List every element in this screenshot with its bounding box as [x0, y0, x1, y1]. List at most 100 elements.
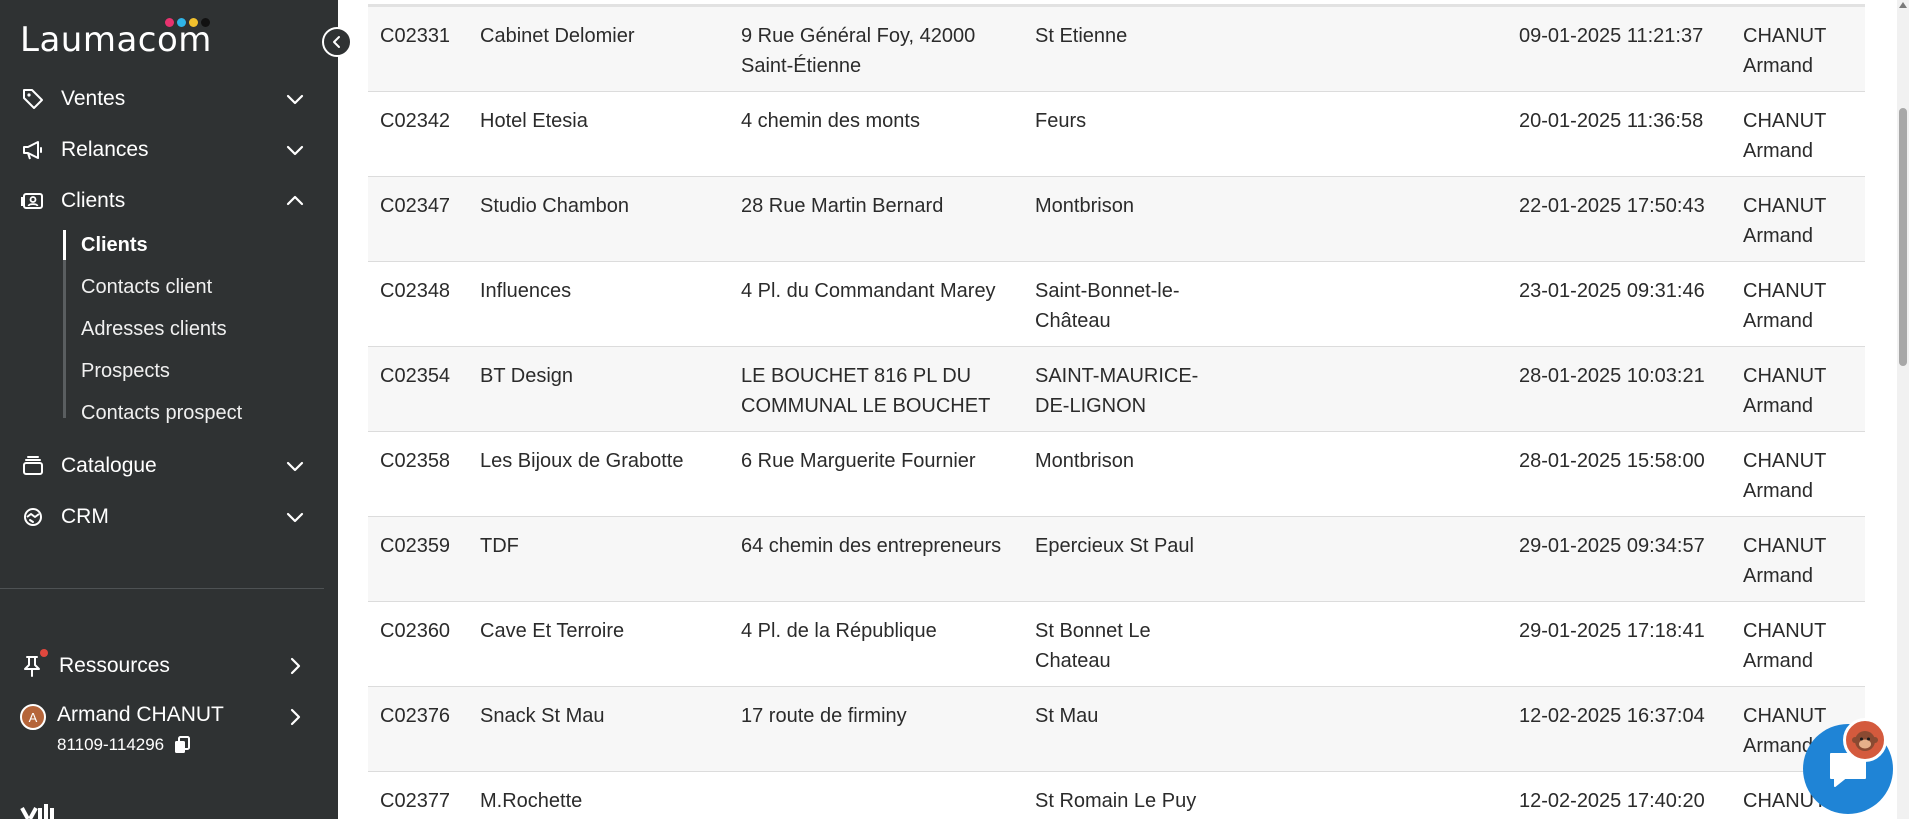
nav-item-relances[interactable]: Relances: [0, 124, 338, 175]
subnav-item-contacts-prospect[interactable]: Contacts prospect: [62, 392, 338, 434]
cell-date: 28-01-2025 15:58:00: [1519, 450, 1705, 472]
chevron-down-icon: [286, 145, 304, 156]
cell-city: SAINT-MAURICE-DE-LIGNON: [1035, 365, 1199, 417]
cell-city: Montbrison: [1035, 450, 1134, 472]
chevron-left-icon: [333, 36, 340, 48]
chevron-right-icon: [290, 657, 301, 675]
table-row[interactable]: C02354 BT Design LE BOUCHET 816 PL DU CO…: [368, 347, 1865, 432]
cell-city: Feurs: [1035, 110, 1087, 132]
brand-dot-cyan: [177, 18, 186, 27]
cell-name: Cabinet Delomier: [480, 25, 635, 47]
chevron-down-icon: [286, 512, 304, 523]
cell-name: Hotel Etesia: [480, 110, 588, 132]
cell-owner: CHANUT Armand: [1743, 195, 1826, 247]
cell-address: 6 Rue Marguerite Fournier: [741, 450, 976, 472]
subnav-item-contacts-client[interactable]: Contacts client: [62, 266, 338, 308]
user-name: Armand CHANUT: [57, 703, 224, 726]
stack-icon: [20, 453, 46, 479]
cell-city: St Romain Le Puy: [1035, 790, 1197, 812]
scrollbar[interactable]: [1897, 0, 1909, 819]
cell-date: 20-01-2025 11:36:58: [1519, 110, 1704, 132]
cell-date: 12-02-2025 17:40:20: [1519, 790, 1705, 812]
cell-code: C02358: [380, 450, 451, 472]
table-row[interactable]: C02360 Cave Et Terroire 4 Pl. de la Répu…: [368, 602, 1865, 687]
handshake-icon: [20, 504, 46, 530]
megaphone-icon: [20, 137, 46, 163]
nav-item-ressources[interactable]: Ressources: [0, 641, 338, 691]
brand-dot-black: [201, 18, 210, 27]
cell-name: Studio Chambon: [480, 195, 629, 217]
subnav-item-adresses-clients[interactable]: Adresses clients: [62, 308, 338, 350]
collapse-sidebar-button[interactable]: [322, 27, 352, 57]
table-row[interactable]: C02376 Snack St Mau 17 route de firminy …: [368, 687, 1865, 772]
sidebar-nav: Ventes Relances Clients Clients Contacts…: [0, 73, 338, 542]
cell-owner: CHANUT Armand: [1743, 535, 1826, 587]
cell-code: C02376: [380, 705, 451, 727]
nav-label: Catalogue: [61, 453, 157, 477]
table-row[interactable]: C02359 TDF 64 chemin des entrepreneurs E…: [368, 517, 1865, 602]
cell-owner: CHANUT Armand: [1743, 450, 1826, 502]
nav-label: Relances: [61, 137, 149, 161]
cell-code: C02360: [380, 620, 451, 642]
nav-item-crm[interactable]: CRM: [0, 491, 338, 542]
brand-dot-pink: [165, 18, 174, 27]
clients-subnav: Clients Contacts client Adresses clients…: [0, 224, 338, 434]
cell-date: 22-01-2025 17:50:43: [1519, 195, 1705, 217]
table-row[interactable]: C02377 M.Rochette St Romain Le Puy 12-02…: [368, 772, 1865, 819]
cell-owner: CHANUT Armand: [1743, 25, 1826, 77]
cell-address: 4 Pl. du Commandant Marey: [741, 280, 996, 302]
nav-label: Ventes: [61, 86, 126, 110]
nav-item-clients[interactable]: Clients: [0, 175, 338, 226]
avatar: A: [20, 704, 46, 730]
brand-logo[interactable]: Laumacom: [20, 14, 212, 60]
cell-date: 29-01-2025 09:34:57: [1519, 535, 1705, 557]
cell-address: 64 chemin des entrepreneurs: [741, 535, 1002, 557]
nav-label: Ressources: [59, 654, 170, 677]
table-row[interactable]: C02342 Hotel Etesia 4 chemin des monts F…: [368, 92, 1865, 177]
cell-name: Cave Et Terroire: [480, 620, 625, 642]
cell-city: Epercieux St Paul: [1035, 535, 1194, 557]
cell-owner: CHANUT Armand: [1743, 280, 1826, 332]
subnav-item-clients[interactable]: Clients: [62, 224, 338, 266]
sidebar: Laumacom Ventes Relances Clients Clients…: [0, 0, 352, 819]
table-row[interactable]: C02358 Les Bijoux de Grabotte 6 Rue Marg…: [368, 432, 1865, 517]
cell-date: 09-01-2025 11:21:37: [1519, 25, 1704, 47]
nav-item-ventes[interactable]: Ventes: [0, 73, 338, 124]
scroll-up-arrow-icon[interactable]: [1899, 2, 1907, 8]
table-row[interactable]: C02347 Studio Chambon 28 Rue Martin Bern…: [368, 177, 1865, 262]
copy-icon[interactable]: [174, 736, 190, 754]
cell-address: 4 chemin des monts: [741, 110, 920, 132]
user-id: 81109-114296: [57, 735, 165, 754]
cell-city: St Etienne: [1035, 25, 1128, 47]
support-avatar[interactable]: [1843, 718, 1887, 762]
subnav-item-prospects[interactable]: Prospects: [62, 350, 338, 392]
monkey-avatar-icon: [1852, 731, 1878, 751]
cell-city: Saint-Bonnet-le-Château: [1035, 280, 1180, 332]
cell-code: C02347: [380, 195, 451, 217]
cell-date: 29-01-2025 17:18:41: [1519, 620, 1705, 642]
cell-code: C02354: [380, 365, 451, 387]
cell-name: M.Rochette: [480, 790, 583, 812]
cell-owner: CHANUT Armand: [1743, 620, 1826, 672]
cell-address: 28 Rue Martin Bernard: [741, 195, 944, 217]
user-menu[interactable]: A Armand CHANUT 81109-114296: [0, 694, 338, 764]
nav-item-catalogue[interactable]: Catalogue: [0, 440, 338, 491]
cell-city: Montbrison: [1035, 195, 1134, 217]
cell-date: 12-02-2025 16:37:04: [1519, 705, 1705, 727]
cell-owner: CHANUT Armand: [1743, 365, 1826, 417]
table-row[interactable]: C02348 Influences 4 Pl. du Commandant Ma…: [368, 262, 1865, 347]
main-content: C02331 Cabinet Delomier 9 Rue Général Fo…: [338, 0, 1909, 819]
cell-name: Les Bijoux de Grabotte: [480, 450, 684, 472]
scrollbar-thumb[interactable]: [1899, 108, 1907, 366]
cell-address: 4 Pl. de la République: [741, 620, 937, 642]
table-row[interactable]: C02331 Cabinet Delomier 9 Rue Général Fo…: [368, 7, 1865, 92]
cell-owner: CHANUT Armand: [1743, 110, 1826, 162]
brand-dots: [165, 18, 210, 27]
cell-city: St Bonnet Le Chateau: [1035, 620, 1151, 672]
cell-address: 9 Rue Général Foy, 42000 Saint-Étienne: [741, 25, 976, 77]
cell-code: C02331: [380, 25, 451, 47]
chevron-right-icon: [290, 708, 301, 726]
cell-code: C02377: [380, 790, 451, 812]
nav-label: Clients: [61, 188, 126, 212]
cell-code: C02342: [380, 110, 451, 132]
